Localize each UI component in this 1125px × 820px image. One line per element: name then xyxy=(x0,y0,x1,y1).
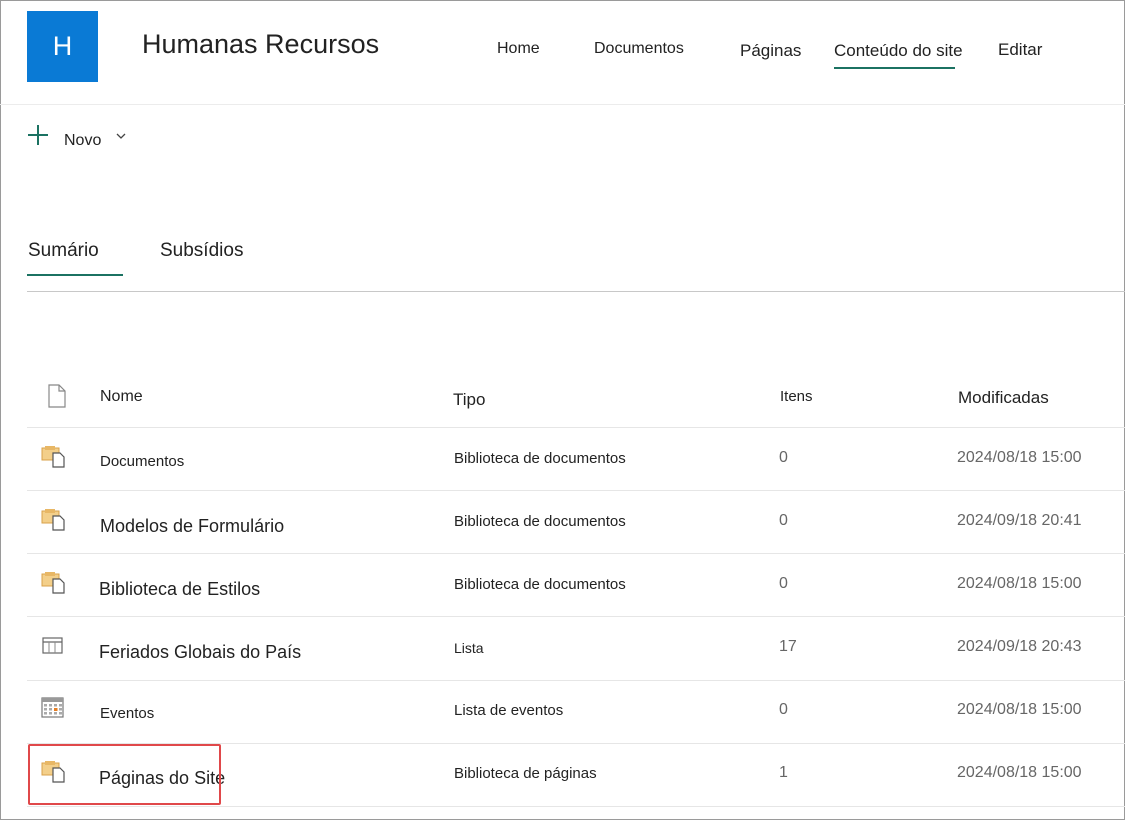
row-items-count: 17 xyxy=(779,638,797,655)
row-items-count: 0 xyxy=(779,512,788,529)
highlight-annotation-box xyxy=(28,744,221,805)
row-items-count: 0 xyxy=(779,701,788,718)
row-items-count: 1 xyxy=(779,764,788,781)
document-library-icon xyxy=(41,572,65,594)
row-modified: 2024/08/18 15:00 xyxy=(957,575,1082,592)
column-header-items[interactable]: Itens xyxy=(780,388,813,405)
nav-documentos[interactable]: Documentos xyxy=(594,40,684,58)
site-logo[interactable]: H xyxy=(27,11,98,82)
nav-active-indicator xyxy=(834,67,955,69)
column-header-modified[interactable]: Modificadas xyxy=(958,388,1049,408)
document-library-icon xyxy=(41,509,65,531)
document-library-icon xyxy=(41,446,65,468)
tab-active-indicator xyxy=(27,274,123,276)
row-type: Biblioteca de páginas xyxy=(454,765,597,782)
row-items-count: 0 xyxy=(779,449,788,466)
row-modified: 2024/08/18 15:00 xyxy=(957,701,1082,718)
row-modified: 2024/09/18 20:43 xyxy=(957,638,1082,655)
row-type: Biblioteca de documentos xyxy=(454,576,626,593)
row-type: Biblioteca de documentos xyxy=(454,513,626,530)
row-divider xyxy=(27,553,1125,554)
row-modified: 2024/09/18 20:41 xyxy=(957,512,1082,529)
row-items-count: 0 xyxy=(779,575,788,592)
plus-icon[interactable] xyxy=(28,125,48,145)
row-divider xyxy=(27,680,1125,681)
nav-editar[interactable]: Editar xyxy=(998,40,1042,60)
chevron-down-icon[interactable] xyxy=(116,132,126,140)
row-modified: 2024/08/18 15:00 xyxy=(957,449,1082,466)
file-type-icon xyxy=(48,384,66,408)
new-button[interactable]: Novo xyxy=(64,132,101,150)
list-icon xyxy=(42,637,63,654)
nav-home[interactable]: Home xyxy=(497,40,540,58)
row-divider xyxy=(27,616,1125,617)
calendar-icon xyxy=(41,697,64,718)
row-divider xyxy=(27,427,1125,428)
column-header-name[interactable]: Nome xyxy=(100,388,143,406)
window-frame xyxy=(0,0,1125,820)
row-name-link[interactable]: Eventos xyxy=(100,705,154,722)
row-name-link[interactable]: Biblioteca de Estilos xyxy=(99,579,260,600)
row-modified: 2024/08/18 15:00 xyxy=(957,764,1082,781)
row-divider xyxy=(27,490,1125,491)
site-title[interactable]: Humanas Recursos xyxy=(142,29,379,60)
row-name-link[interactable]: Feriados Globais do País xyxy=(99,642,301,663)
row-type: Lista xyxy=(454,640,484,656)
header-divider xyxy=(0,104,1125,105)
row-type: Lista de eventos xyxy=(454,702,564,719)
nav-conteudo-do-site[interactable]: Conteúdo do site xyxy=(834,41,963,61)
row-divider xyxy=(27,806,1125,807)
row-name-link[interactable]: Modelos de Formulário xyxy=(100,516,284,537)
tab-sumario[interactable]: Sumário xyxy=(28,240,99,262)
row-name-link[interactable]: Documentos xyxy=(100,453,184,470)
column-header-type[interactable]: Tipo xyxy=(453,390,485,410)
nav-paginas[interactable]: Páginas xyxy=(740,41,801,61)
tab-subsidios[interactable]: Subsídios xyxy=(160,240,243,262)
tabs-divider xyxy=(27,291,1125,292)
row-type: Biblioteca de documentos xyxy=(454,450,626,467)
